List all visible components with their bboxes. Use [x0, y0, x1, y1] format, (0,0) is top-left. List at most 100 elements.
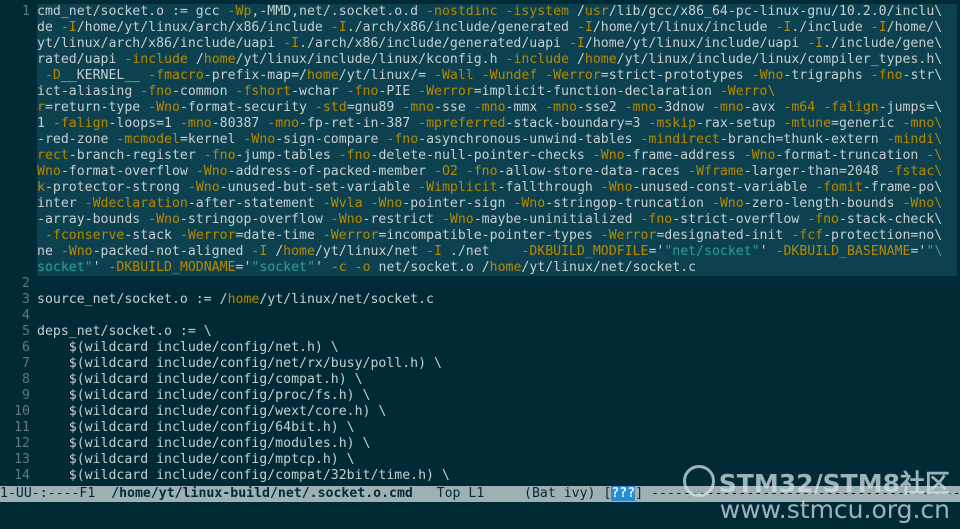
compiler-flag: -I: [251, 244, 268, 259]
compiler-flag: -fno: [338, 148, 371, 163]
line-number: [0, 196, 37, 212]
code-text: /lib/gcc/x86_64-pc-linux-gnu/10.2.0/incl…: [608, 4, 943, 19]
code-text: -branch-register: [68, 148, 204, 163]
compiler-flag: -mindirect: [640, 132, 720, 147]
line-content: -array-bounds -Wno-stringop-overflow -Wn…: [37, 212, 957, 228]
code-line[interactable]: rated/uapi -include /home/yt/linux/inclu…: [0, 52, 960, 68]
modeline-status-badge: ???: [611, 486, 636, 501]
code-text: ': [92, 260, 109, 275]
code-line[interactable]: 13 $(wildcard include/config/mptcp.h) \: [0, 452, 960, 468]
compiler-flag: -Wdeclaration: [84, 196, 188, 211]
code-line[interactable]: ne -Wno-packed-not-aligned -I /home/yt/l…: [0, 244, 960, 260]
compiler-flag: -I: [568, 36, 585, 51]
code-text: net/socket.o /: [370, 260, 490, 275]
code-text: __KERNEL__: [60, 68, 149, 83]
code-line[interactable]: inter -Wdeclaration-after-statement -Wvl…: [0, 196, 960, 212]
code-line[interactable]: -D__KERNEL__ -fmacro-prefix-map=/home/yt…: [0, 68, 960, 84]
line-content: $(wildcard include/config/proc/fs.h) \: [37, 388, 957, 404]
line-number: [0, 52, 37, 68]
compiler-flag: -Werro\: [719, 84, 776, 99]
code-line[interactable]: r=return-type -Wno-format-security -std=…: [0, 100, 960, 116]
line-number: 12: [14, 436, 30, 451]
code-text: /yt/linux/=: [338, 68, 435, 83]
code-line[interactable]: 8 $(wildcard include/config/compat.h) \: [0, 372, 960, 388]
compiler-flag: -mno: [545, 100, 577, 115]
line-content: r=return-type -Wno-format-security -std=…: [37, 100, 957, 116]
code-line[interactable]: yt/linux/arch/x86/include/uapi -I./arch/…: [0, 36, 960, 52]
code-line[interactable]: 9 $(wildcard include/config/proc/fs.h) \: [0, 388, 960, 404]
code-text: /yt/linux/include/linux/compiler_types.h…: [616, 52, 943, 67]
compiler-flag: -fmacro: [148, 68, 204, 83]
code-line[interactable]: 1 -falign-loops=1 -mno-80387 -mno-fp-ret…: [0, 116, 960, 132]
code-text: -unused-const-variable: [632, 180, 816, 195]
code-text: =gnu89: [346, 100, 403, 115]
code-line[interactable]: 2: [0, 276, 960, 292]
code-text: $(wildcard include/config/proc/fs.h) \: [37, 388, 371, 403]
code-text: =kernel: [179, 132, 244, 147]
code-line[interactable]: de -I/home/yt/linux/arch/x86/include -I.…: [0, 20, 960, 36]
code-line[interactable]: 1 cmd_net/socket.o := gcc -Wp,-MMD,net/.s…: [0, 4, 960, 20]
code-line[interactable]: -array-bounds -Wno-stringop-overflow -Wn…: [0, 212, 960, 228]
code-text: $(wildcard include/config/net/rx/busy/po…: [37, 356, 442, 371]
string-literal: "net/socket": [664, 244, 760, 259]
code-text: $(wildcard include/config/64bit.h) \: [37, 420, 355, 435]
editor-buffer[interactable]: 1 cmd_net/socket.o := gcc -Wp,-MMD,net/.s…: [0, 4, 960, 482]
line-content: ne -Wno-packed-not-aligned -I /home/yt/l…: [37, 244, 957, 260]
code-text: ': [314, 260, 331, 275]
code-text: -loops=1: [108, 116, 180, 131]
code-text: cmd_net/socket.o := gcc: [37, 4, 228, 19]
code-line[interactable]: 6 $(wildcard include/config/net.h) \: [0, 340, 960, 356]
compiler-flag: -fno: [640, 212, 673, 227]
code-line[interactable]: 12 $(wildcard include/config/modules.h) …: [0, 436, 960, 452]
watermark: STM32/STM8社区 www.stmcu.org.cn: [682, 465, 950, 523]
code-line[interactable]: -red-zone -mcmodel=kernel -Wno-sign-comp…: [0, 132, 960, 148]
line-content: $(wildcard include/config/modules.h) \: [37, 436, 957, 452]
code-text: =': [235, 260, 252, 275]
compiler-flag: -mno: [473, 100, 506, 115]
line-number: 11: [14, 420, 30, 435]
code-line[interactable]: k-protector-strong -Wno-unused-but-set-v…: [0, 180, 960, 196]
code-line[interactable]: socket"' -DKBUILD_MODNAME='"socket"' -c …: [0, 260, 960, 276]
code-line[interactable]: -fconserve-stack -Werror=date-time -Werr…: [0, 228, 960, 244]
code-text: -PIE: [378, 84, 419, 99]
line-content: rated/uapi -include /home/yt/linux/inclu…: [37, 52, 957, 68]
code-text: -prefix-map=/: [203, 68, 307, 83]
code-line[interactable]: ict-aliasing -fno-common -fshort-wchar -…: [0, 84, 960, 100]
code-line[interactable]: 11 $(wildcard include/config/64bit.h) \: [0, 420, 960, 436]
compiler-flag: -fno: [203, 148, 236, 163]
compiler-flag: -fcf: [791, 228, 824, 243]
line-number: 14: [14, 468, 30, 482]
code-text: -sse2: [576, 100, 625, 115]
code-line[interactable]: 7 $(wildcard include/config/net/rx/busy/…: [0, 356, 960, 372]
code-text: -pointer-sign: [402, 196, 514, 211]
code-text: de: [37, 20, 61, 35]
compiler-flag: -Wno: [513, 196, 546, 211]
string-literal: "\: [926, 244, 943, 259]
line-content: ict-aliasing -fno-common -fshort-wchar -…: [37, 84, 957, 100]
code-text: -after-statement: [187, 196, 323, 211]
code-line[interactable]: 10 $(wildcard include/config/wext/core.h…: [0, 404, 960, 420]
code-line[interactable]: 3 source_net/socket.o := /home/yt/linux/n…: [0, 292, 960, 308]
compiler-flag: -mno: [402, 100, 435, 115]
code-line[interactable]: 5 deps_net/socket.o := \: [0, 324, 960, 340]
line-number: [0, 148, 37, 164]
code-text: =generic: [831, 116, 903, 131]
compiler-flag: -Wp: [227, 4, 252, 19]
compiler-flag: usr: [584, 4, 609, 19]
code-text: $(wildcard include/config/compat/32bit/t…: [37, 468, 450, 482]
code-line[interactable]: Wno-format-overflow -Wno-address-of-pack…: [0, 164, 960, 180]
compiler-flag: home: [227, 292, 260, 307]
compiler-flag: -include: [505, 52, 570, 67]
modeline-state: 1-UU-:----F1: [0, 486, 112, 501]
code-text: ./include/gene\: [823, 36, 943, 51]
code-text: /: [569, 52, 585, 67]
compiler-flag: -Wno: [711, 196, 744, 211]
line-content: $(wildcard include/config/compat.h) \: [37, 372, 957, 388]
line-content: $(wildcard include/config/net.h) \: [37, 340, 957, 356]
line-content: $(wildcard include/config/64bit.h) \: [37, 420, 957, 436]
compiler-flag: -std: [314, 100, 347, 115]
code-line[interactable]: rect-branch-register -fno-jump-tables -f…: [0, 148, 960, 164]
compiler-flag: k: [37, 180, 45, 195]
code-line[interactable]: 4: [0, 308, 960, 324]
